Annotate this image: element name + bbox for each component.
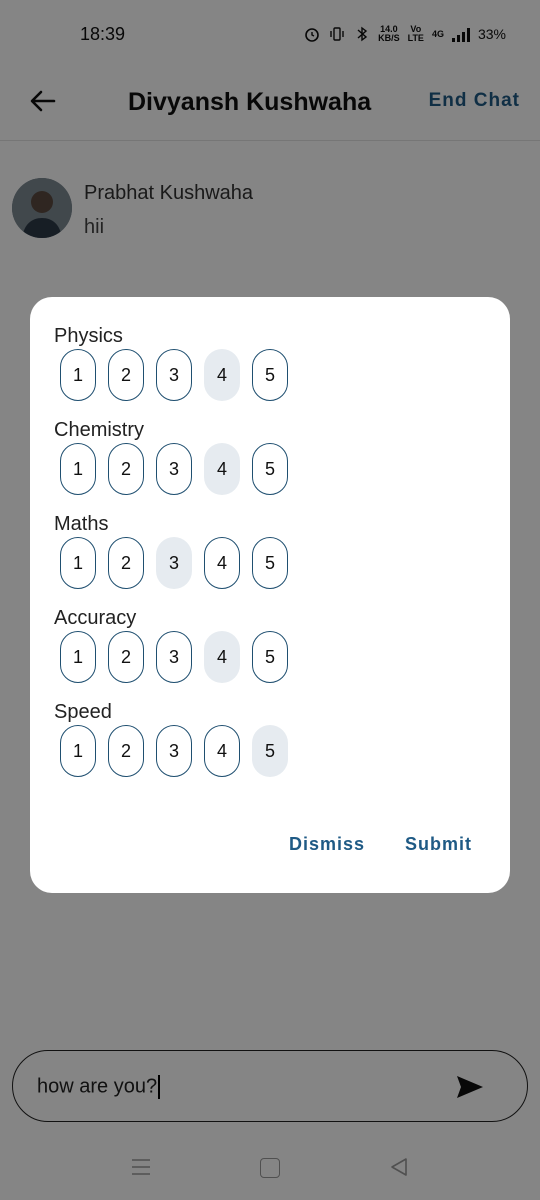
rating-option-2[interactable]: 2 — [108, 725, 144, 777]
rating-option-1[interactable]: 1 — [60, 725, 96, 777]
rating-option-5[interactable]: 5 — [252, 725, 288, 777]
rating-option-4[interactable]: 4 — [204, 349, 240, 401]
rating-option-1[interactable]: 1 — [60, 631, 96, 683]
rating-options: 12345 — [60, 443, 288, 495]
rating-option-2[interactable]: 2 — [108, 631, 144, 683]
rating-label: Chemistry — [54, 419, 145, 441]
rating-dialog: Physics 1 2 3 4 5 Chemistry 1 2 3 4 5 Maths 1 2 3 4 5 Accu… — [30, 297, 510, 893]
rating-options: 12345 — [60, 631, 288, 683]
rating-label: Maths — [54, 513, 109, 535]
rating-option-3[interactable]: 3 — [156, 537, 192, 589]
rating-option-2[interactable]: 2 — [108, 443, 144, 495]
rating-label: Accuracy — [54, 607, 137, 629]
rating-option-1[interactable]: 1 — [60, 349, 96, 401]
rating-option-5[interactable]: 5 — [252, 631, 288, 683]
rating-option-2[interactable]: 2 — [108, 349, 144, 401]
rating-label: Physics — [54, 325, 123, 347]
rating-option-3[interactable]: 3 — [156, 631, 192, 683]
rating-option-1[interactable]: 1 — [60, 537, 96, 589]
rating-options: 12345 — [60, 725, 288, 777]
rating-label: Speed — [54, 701, 112, 723]
dialog-actions: Dismiss Submit — [289, 834, 472, 855]
rating-option-3[interactable]: 3 — [156, 725, 192, 777]
rating-option-4[interactable]: 4 — [204, 443, 240, 495]
rating-option-2[interactable]: 2 — [108, 537, 144, 589]
chat-screen: 18:39 14.0 KB/S Vo LTE 4G 33% Divyansh Kus… — [0, 0, 540, 1200]
dismiss-button[interactable]: Dismiss — [289, 834, 365, 855]
rating-options: 12345 — [60, 537, 288, 589]
rating-options: 12345 — [60, 349, 288, 401]
rating-option-5[interactable]: 5 — [252, 537, 288, 589]
rating-option-4[interactable]: 4 — [204, 725, 240, 777]
rating-option-3[interactable]: 3 — [156, 349, 192, 401]
rating-option-5[interactable]: 5 — [252, 443, 288, 495]
rating-option-3[interactable]: 3 — [156, 443, 192, 495]
rating-option-4[interactable]: 4 — [204, 537, 240, 589]
rating-option-5[interactable]: 5 — [252, 349, 288, 401]
rating-option-1[interactable]: 1 — [60, 443, 96, 495]
submit-button[interactable]: Submit — [405, 834, 472, 855]
rating-option-4[interactable]: 4 — [204, 631, 240, 683]
